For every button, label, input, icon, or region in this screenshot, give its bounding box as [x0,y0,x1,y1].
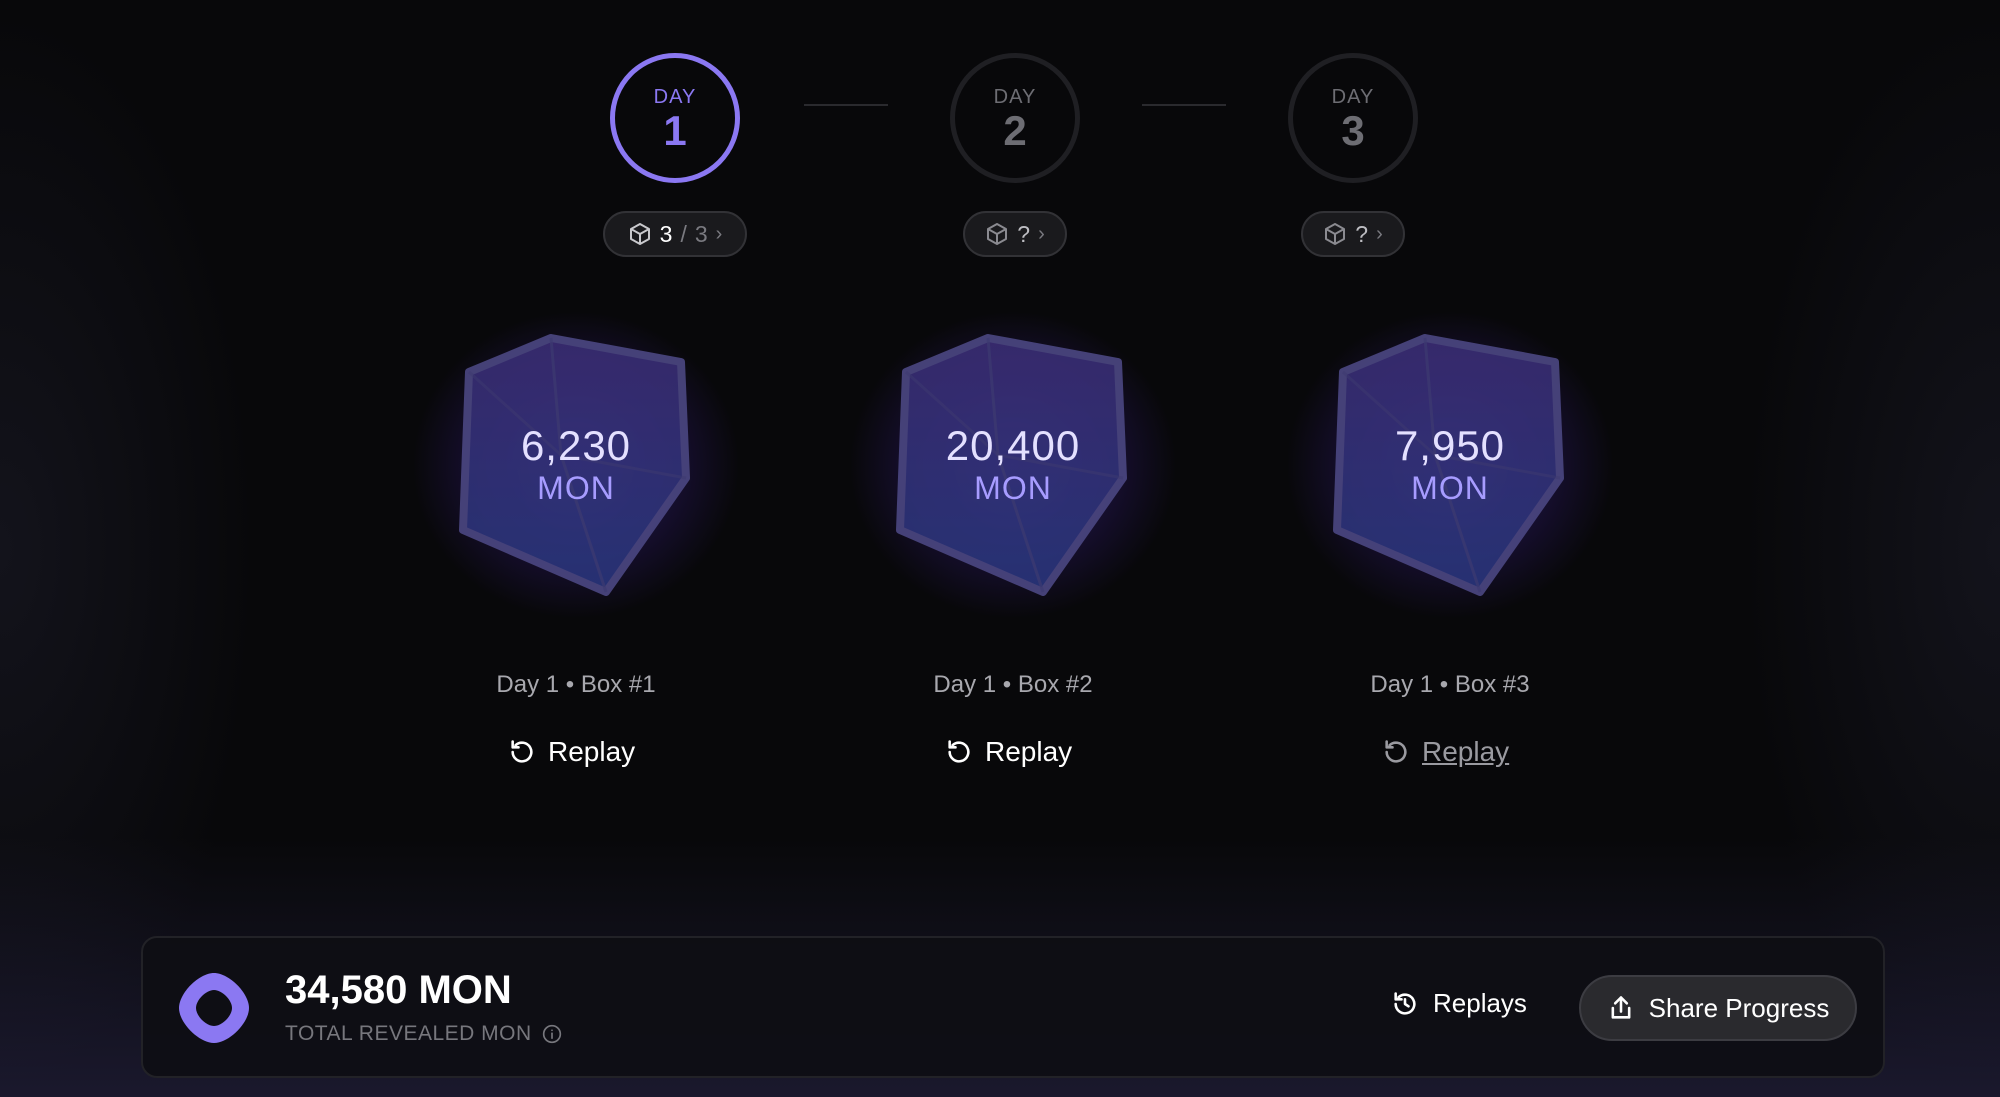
day-step-1[interactable]: DAY 1 [610,53,740,183]
replay-button-box-1[interactable]: Replay [508,732,635,772]
total-revealed-label-row: TOTAL REVEALED MON [285,1022,562,1046]
replay-icon [948,740,970,763]
background-glow-left [0,0,260,1097]
box-count-unknown: ? [1355,220,1369,247]
day-1-box-count-pill[interactable]: 3 / 3 › [603,211,747,257]
mystery-box-1[interactable]: 6,230 MON [411,310,741,620]
replay-icon [1385,740,1407,763]
info-icon[interactable] [542,1024,562,1044]
day-step-label: DAY [1331,86,1375,108]
total-revealed-label: TOTAL REVEALED MON [285,1022,532,1045]
count-separator: / [680,220,687,247]
chevron-right-icon: › [1376,222,1383,245]
replays-button[interactable]: Replays [1391,988,1527,1019]
box-icon [1325,223,1346,245]
box-caption: Day 1 • Box #2 [933,671,1093,698]
day-step-number: 2 [1003,107,1027,154]
day-step-2[interactable]: DAY 2 [950,53,1080,183]
box-reward-unit: MON [1411,470,1489,506]
replay-label: Replay [548,736,636,767]
mystery-box-3[interactable]: 7,950 MON [1285,310,1615,620]
share-progress-button[interactable]: Share Progress [1579,975,1857,1041]
background-glow-right [1740,0,2000,1097]
share-icon [1611,996,1631,1019]
box-icon [987,223,1008,245]
boxes-total-count: 3 [694,220,708,247]
chevron-right-icon: › [715,222,723,245]
day-step-number: 3 [1341,107,1365,154]
day-step-label: DAY [993,86,1037,108]
box-count-unknown: ? [1017,220,1031,247]
monad-logo-icon [179,973,249,1043]
day-step-label: DAY [653,86,697,108]
replay-button-box-2[interactable]: Replay [945,732,1072,772]
share-progress-label: Share Progress [1648,992,1830,1023]
replay-label: Replay [985,736,1073,767]
step-connector [1142,104,1226,106]
box-caption: Day 1 • Box #3 [1370,671,1530,698]
boxes-opened-count: 3 [659,220,673,247]
box-reward-value: 20,400 [945,422,1081,469]
history-icon [1394,991,1416,1015]
box-caption: Day 1 • Box #1 [496,671,656,698]
box-reward-value: 7,950 [1394,422,1506,469]
replay-icon [511,740,533,763]
day-2-box-count-pill[interactable]: ? › [963,211,1067,257]
box-icon [629,223,650,245]
total-revealed-value: 34,580 MON [285,968,512,1012]
box-reward-unit: MON [537,470,615,506]
footer-bar: 34,580 MON TOTAL REVEALED MON Replays Sh… [141,936,1885,1078]
chevron-right-icon: › [1038,222,1045,245]
box-reward-unit: MON [974,470,1052,506]
replay-label: Replay [1422,736,1510,767]
day-step-3[interactable]: DAY 3 [1288,53,1418,183]
replays-label: Replays [1433,988,1527,1018]
day-3-box-count-pill[interactable]: ? › [1301,211,1405,257]
day-step-number: 1 [663,107,687,154]
mystery-box-2[interactable]: 20,400 MON [848,310,1178,620]
box-reward-value: 6,230 [520,422,632,469]
step-connector [804,104,888,106]
replay-button-box-3[interactable]: Replay [1382,732,1509,772]
